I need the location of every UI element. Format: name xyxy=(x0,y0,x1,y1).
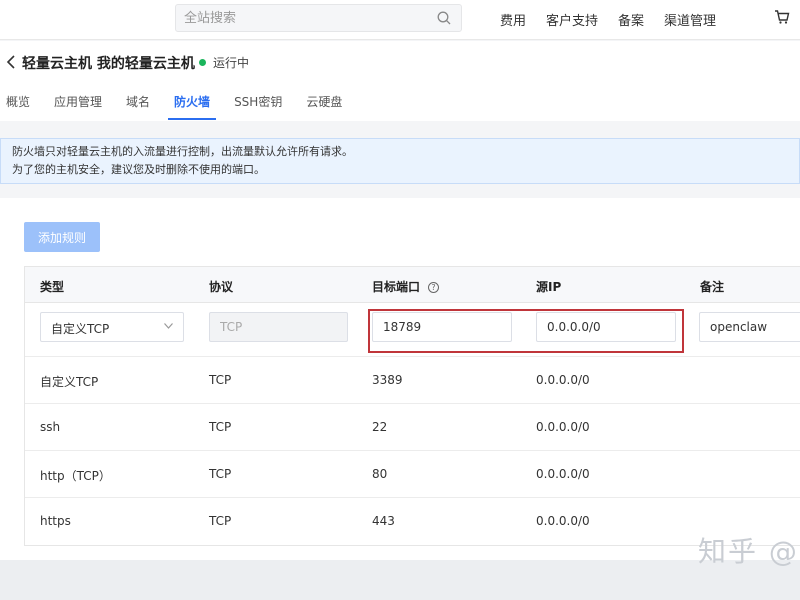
col-header-source-ip: 源IP xyxy=(536,280,562,294)
notice-line-2: 为了您的主机安全，建议您及时删除不使用的端口。 xyxy=(12,163,265,176)
nav-link-billing[interactable]: 费用 xyxy=(500,10,526,29)
col-header-type: 类型 xyxy=(40,280,65,294)
type-select[interactable]: 自定义TCP xyxy=(40,312,184,342)
instance-tabs: 概览 应用管理 域名 防火墙 SSH密钥 云硬盘 xyxy=(0,93,354,121)
watermark: 知乎 @ xyxy=(698,535,799,568)
nav-link-support[interactable]: 客户支持 xyxy=(546,10,598,29)
cell-type: ssh xyxy=(40,420,61,434)
status-badge: 运行中 xyxy=(213,56,250,70)
nav-link-channel[interactable]: 渠道管理 xyxy=(664,10,716,29)
cell-port: 3389 xyxy=(372,373,403,387)
source-ip-field[interactable] xyxy=(536,312,676,342)
cell-type: https xyxy=(40,514,71,528)
nav-link-filing[interactable]: 备案 xyxy=(618,10,644,29)
cell-source-ip: 0.0.0.0/0 xyxy=(536,467,590,481)
page-title: 轻量云主机 我的轻量云主机 xyxy=(22,56,195,72)
firewall-rules-table: 类型 协议 目标端口? 源IP 备注 自定义TCP 自定义TCP TCP 338… xyxy=(24,266,800,546)
col-header-note: 备注 xyxy=(700,280,725,294)
cell-protocol: TCP xyxy=(209,467,232,481)
page-footer-area xyxy=(0,560,800,600)
search-icon[interactable] xyxy=(437,11,451,25)
tab-ssh-keys[interactable]: SSH密钥 xyxy=(228,93,288,121)
global-search[interactable] xyxy=(175,4,462,32)
cell-source-ip: 0.0.0.0/0 xyxy=(536,420,590,434)
cell-port: 80 xyxy=(372,467,388,481)
status-dot-icon xyxy=(199,59,206,66)
cell-protocol: TCP xyxy=(209,373,232,387)
type-select-value: 自定义TCP xyxy=(51,322,110,336)
add-rule-button[interactable]: 添加规则 xyxy=(24,222,100,252)
firewall-notice: 防火墙只对轻量云主机的入流量进行控制，出流量默认允许所有请求。 为了您的主机安全… xyxy=(0,138,800,184)
cell-port: 22 xyxy=(372,420,388,434)
tab-firewall[interactable]: 防火墙 xyxy=(168,93,217,121)
col-header-port-label: 目标端口 xyxy=(372,280,421,294)
search-input[interactable] xyxy=(176,5,416,31)
firewall-panel: 添加规则 类型 协议 目标端口? 源IP 备注 自定义TCP 自定义TCP xyxy=(0,198,800,560)
chevron-down-icon xyxy=(164,323,173,329)
cell-source-ip: 0.0.0.0/0 xyxy=(536,514,590,528)
table-row-edit: 自定义TCP xyxy=(25,303,800,357)
tab-app-management[interactable]: 应用管理 xyxy=(48,93,108,121)
back-arrow-icon[interactable] xyxy=(6,55,16,69)
cell-protocol: TCP xyxy=(209,514,232,528)
cell-type: 自定义TCP xyxy=(40,375,99,389)
notice-line-1: 防火墙只对轻量云主机的入流量进行控制，出流量默认允许所有请求。 xyxy=(12,145,353,158)
cell-port: 443 xyxy=(372,514,395,528)
tab-cloud-disk[interactable]: 云硬盘 xyxy=(300,93,348,121)
table-row: 自定义TCP TCP 3389 0.0.0.0/0 xyxy=(25,357,800,404)
col-header-protocol: 协议 xyxy=(209,280,234,294)
col-header-port: 目标端口? xyxy=(372,278,440,295)
instance-header: 轻量云主机 我的轻量云主机 运行中 概览 应用管理 域名 防火墙 SSH密钥 云… xyxy=(0,41,800,121)
table-header: 类型 协议 目标端口? 源IP 备注 xyxy=(25,267,800,303)
port-field[interactable] xyxy=(372,312,512,342)
help-icon[interactable]: ? xyxy=(428,282,440,293)
top-nav-links: 费用 客户支持 备案 渠道管理 xyxy=(500,10,736,29)
table-row: https TCP 443 0.0.0.0/0 xyxy=(25,498,800,545)
cart-icon[interactable] xyxy=(774,9,790,25)
tab-domain[interactable]: 域名 xyxy=(120,93,156,121)
protocol-field xyxy=(209,312,348,342)
table-row: ssh TCP 22 0.0.0.0/0 xyxy=(25,404,800,451)
table-row: http（TCP） TCP 80 0.0.0.0/0 xyxy=(25,451,800,498)
tab-overview[interactable]: 概览 xyxy=(0,93,36,121)
top-nav: 费用 客户支持 备案 渠道管理 xyxy=(0,0,800,40)
cell-type: http（TCP） xyxy=(40,469,111,483)
note-field[interactable] xyxy=(699,312,800,342)
cell-source-ip: 0.0.0.0/0 xyxy=(536,373,590,387)
cell-protocol: TCP xyxy=(209,420,232,434)
